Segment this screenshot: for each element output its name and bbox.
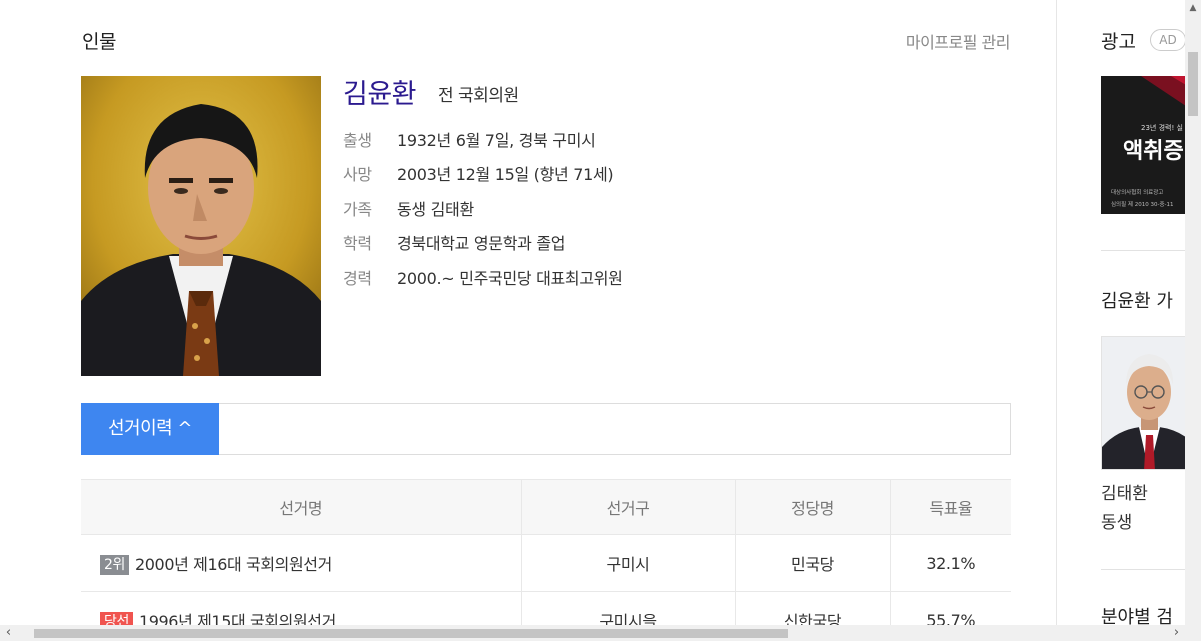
person-role: 전 국회의원 xyxy=(438,86,519,106)
section-title: 인물 xyxy=(82,31,116,53)
vote-rate-cell: 32.1% xyxy=(889,534,1011,592)
info-label: 학력 xyxy=(343,234,372,253)
related-person-relation: 동생 xyxy=(1101,513,1133,533)
election-history-table: 선거명 선거구 정당명 득표율 2위 2000년 제16대 국회의원선거 구미시 … xyxy=(81,479,1011,625)
family-link[interactable]: 동생 김태환 xyxy=(397,200,474,219)
scroll-left-arrow-icon[interactable]: ‹ xyxy=(0,625,17,641)
column-header: 선거명 xyxy=(81,479,521,535)
vertical-scrollbar[interactable]: ▲ xyxy=(1185,0,1201,625)
party-cell: 신한국당 xyxy=(734,591,890,625)
election-name-cell: 당선 1996년 제15대 국회의원선거 xyxy=(81,591,521,625)
vote-rate-cell: 55.7% xyxy=(889,591,1011,625)
result-badge: 당선 xyxy=(100,612,133,625)
district-cell: 구미시 xyxy=(520,534,735,592)
ad-badge[interactable]: AD xyxy=(1150,29,1185,51)
tab-bar: 선거이력 ^ xyxy=(81,403,1011,455)
sidebar-divider xyxy=(1101,569,1185,570)
info-label: 출생 xyxy=(343,131,372,150)
horizontal-scroll-thumb[interactable] xyxy=(34,629,788,638)
ad-section-title: 광고 xyxy=(1101,31,1136,53)
next-section-title: 분야별 검 xyxy=(1101,607,1173,625)
info-label: 사망 xyxy=(343,165,372,184)
related-person-photo[interactable] xyxy=(1101,336,1185,470)
election-name-link[interactable]: 2000년 제16대 국회의원선거 xyxy=(135,555,332,574)
education-link[interactable]: 경북대학교 영문학과 졸업 xyxy=(397,234,566,253)
related-people-title: 김윤환 가 xyxy=(1101,291,1173,312)
election-name-link[interactable]: 1996년 제15대 국회의원선거 xyxy=(139,612,336,625)
info-label: 가족 xyxy=(343,200,372,219)
right-sidebar: 광고 AD 23년 경력! 실 액취증 대상의사협회 의료광고 심의필 제 20… xyxy=(1057,0,1185,625)
result-badge: 2위 xyxy=(100,555,129,575)
person-photo xyxy=(81,76,321,376)
tab-election-history[interactable]: 선거이력 ^ xyxy=(81,403,219,455)
info-row-family: 가족 동생 김태환 xyxy=(343,196,474,220)
info-row-education: 학력 경북대학교 영문학과 졸업 xyxy=(343,230,566,254)
district-cell: 구미시을 xyxy=(520,591,735,625)
scroll-up-arrow-icon[interactable]: ▲ xyxy=(1185,0,1201,16)
table-row: 2위 2000년 제16대 국회의원선거 구미시 민국당 32.1% xyxy=(81,534,1011,592)
table-header-row: 선거명 선거구 정당명 득표율 xyxy=(81,479,1011,535)
related-person-name[interactable]: 김태환 xyxy=(1101,479,1148,504)
info-row-death: 사망 2003년 12월 15일 (향년 71세) xyxy=(343,161,614,185)
info-value: 2003년 12월 15일 (향년 71세) xyxy=(397,165,614,184)
party-cell: 민국당 xyxy=(734,534,890,592)
scroll-right-arrow-icon[interactable]: › xyxy=(1168,625,1185,641)
my-profile-manage-link[interactable]: 마이프로필 관리 xyxy=(906,29,1011,53)
info-value: 1932년 6월 7일, 경북 구미시 xyxy=(397,131,596,150)
info-label: 경력 xyxy=(343,269,372,288)
column-header: 선거구 xyxy=(520,479,735,535)
table-row: 당선 1996년 제15대 국회의원선거 구미시을 신한국당 55.7% xyxy=(81,591,1011,625)
column-header: 득표율 xyxy=(889,479,1011,535)
sidebar-divider xyxy=(1101,250,1185,251)
vertical-scroll-thumb[interactable] xyxy=(1188,52,1198,116)
info-row-birth: 출생 1932년 6월 7일, 경북 구미시 xyxy=(343,127,596,151)
career-link[interactable]: 2000.~ 민주국민당 대표최고위원 xyxy=(397,269,623,288)
info-row-career: 경력 2000.~ 민주국민당 대표최고위원 xyxy=(343,265,623,289)
main-content: 인물 마이프로필 관리 김윤환 전 국회의원 출생 1932년 6월 7일, 경… xyxy=(0,0,1056,625)
column-header: 정당명 xyxy=(734,479,890,535)
ad-banner-line3: 대상의사협회 의료광고 xyxy=(1111,188,1163,196)
scrollbar-corner xyxy=(1185,625,1201,641)
person-name-link[interactable]: 김윤환 xyxy=(343,72,417,111)
ad-banner-headline: 액취증 xyxy=(1123,139,1184,164)
ad-banner-line4: 심의필 제 2010 30-중-11 xyxy=(1111,200,1174,208)
horizontal-scrollbar[interactable]: ‹ › xyxy=(0,625,1185,641)
ad-banner-line1: 23년 경력! 실 xyxy=(1141,123,1183,132)
ad-banner[interactable]: 23년 경력! 실 액취증 대상의사협회 의료광고 심의필 제 2010 30-… xyxy=(1101,76,1185,214)
election-name-cell: 2위 2000년 제16대 국회의원선거 xyxy=(81,534,521,592)
